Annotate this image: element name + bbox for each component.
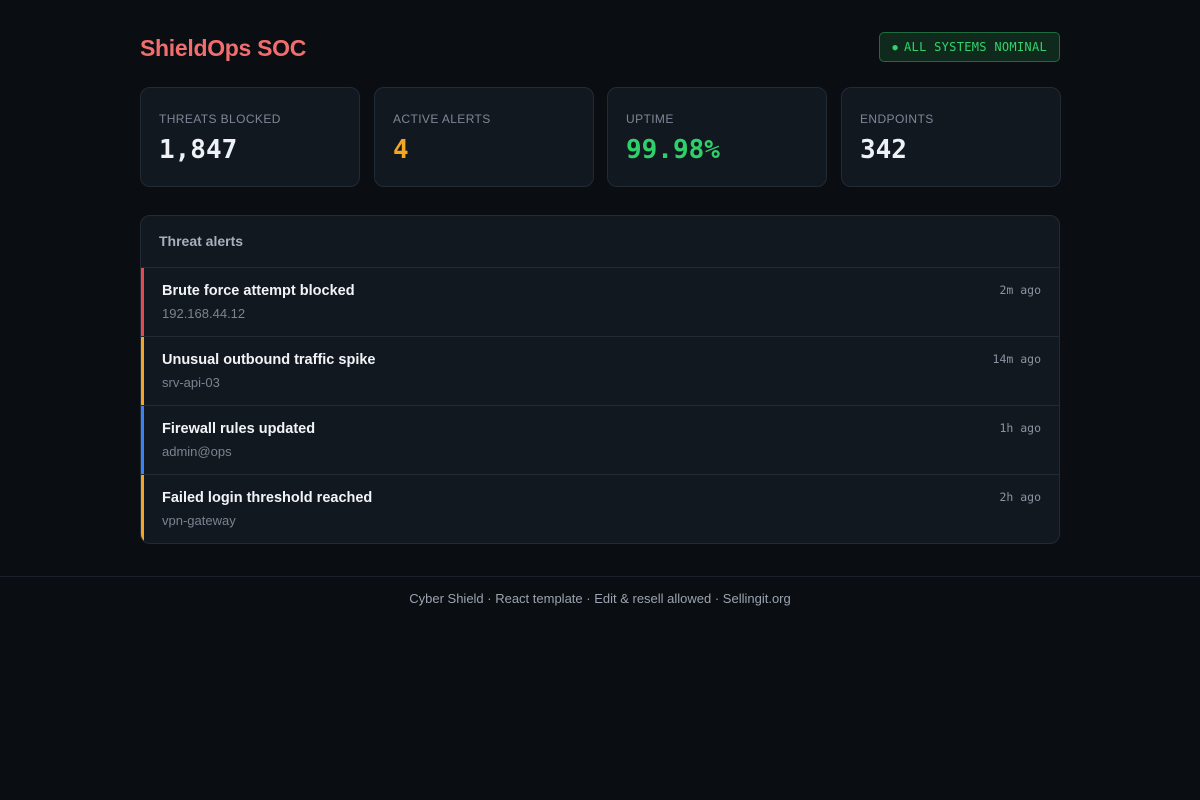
alert-source: admin@ops (162, 444, 232, 459)
stat-card-active-alerts: ACTIVE ALERTS 4 (374, 87, 594, 187)
alert-time: 2h ago (999, 490, 1041, 504)
footer-divider (0, 576, 1200, 577)
stat-card-uptime: UPTIME 99.98% (607, 87, 827, 187)
alert-time: 2m ago (999, 283, 1041, 297)
stat-value: 4 (393, 135, 409, 165)
alert-source: srv-api-03 (162, 375, 220, 390)
stat-label: ACTIVE ALERTS (393, 112, 491, 126)
alert-time: 14m ago (992, 352, 1041, 366)
alert-title: Failed login threshold reached (162, 490, 373, 506)
alert-row[interactable]: Failed login threshold reached vpn-gatew… (141, 474, 1059, 543)
stat-label: THREATS BLOCKED (159, 112, 281, 126)
alert-row[interactable]: Unusual outbound traffic spike srv-api-0… (141, 336, 1059, 406)
stats-row: THREATS BLOCKED 1,847 ACTIVE ALERTS 4 UP… (140, 87, 1061, 187)
panel-title: Threat alerts (159, 233, 244, 249)
stat-value: 1,847 (159, 135, 238, 165)
threat-alerts-panel: Threat alerts Brute force attempt blocke… (140, 215, 1060, 544)
alert-row[interactable]: Brute force attempt blocked 192.168.44.1… (141, 267, 1059, 337)
severity-bar (141, 475, 144, 543)
status-dot-icon: ● (892, 43, 899, 53)
stat-value: 99.98% (626, 135, 720, 165)
stat-value: 342 (860, 135, 907, 165)
stat-label: ENDPOINTS (860, 112, 934, 126)
severity-bar (141, 406, 144, 475)
alert-title: Firewall rules updated (162, 421, 316, 437)
alert-row[interactable]: Firewall rules updated admin@ops 1h ago (141, 405, 1059, 475)
system-status-badge: ● ALL SYSTEMS NOMINAL (879, 32, 1060, 62)
alert-time: 1h ago (999, 421, 1041, 435)
brand-title: ShieldOps SOC (140, 35, 307, 61)
header: ShieldOps SOC ● ALL SYSTEMS NOMINAL (140, 32, 1060, 64)
stat-label: UPTIME (626, 112, 674, 126)
alert-source: 192.168.44.12 (162, 306, 246, 321)
stat-card-endpoints: ENDPOINTS 342 (841, 87, 1061, 187)
footer-text: Cyber Shield · React template · Edit & r… (409, 591, 791, 606)
severity-bar (141, 268, 144, 337)
alert-title: Brute force attempt blocked (162, 283, 355, 299)
stat-card-threats-blocked: THREATS BLOCKED 1,847 (140, 87, 360, 187)
alert-source: vpn-gateway (162, 513, 236, 528)
system-status-text: ALL SYSTEMS NOMINAL (904, 40, 1047, 54)
severity-bar (141, 337, 144, 406)
alert-title: Unusual outbound traffic spike (162, 352, 376, 368)
